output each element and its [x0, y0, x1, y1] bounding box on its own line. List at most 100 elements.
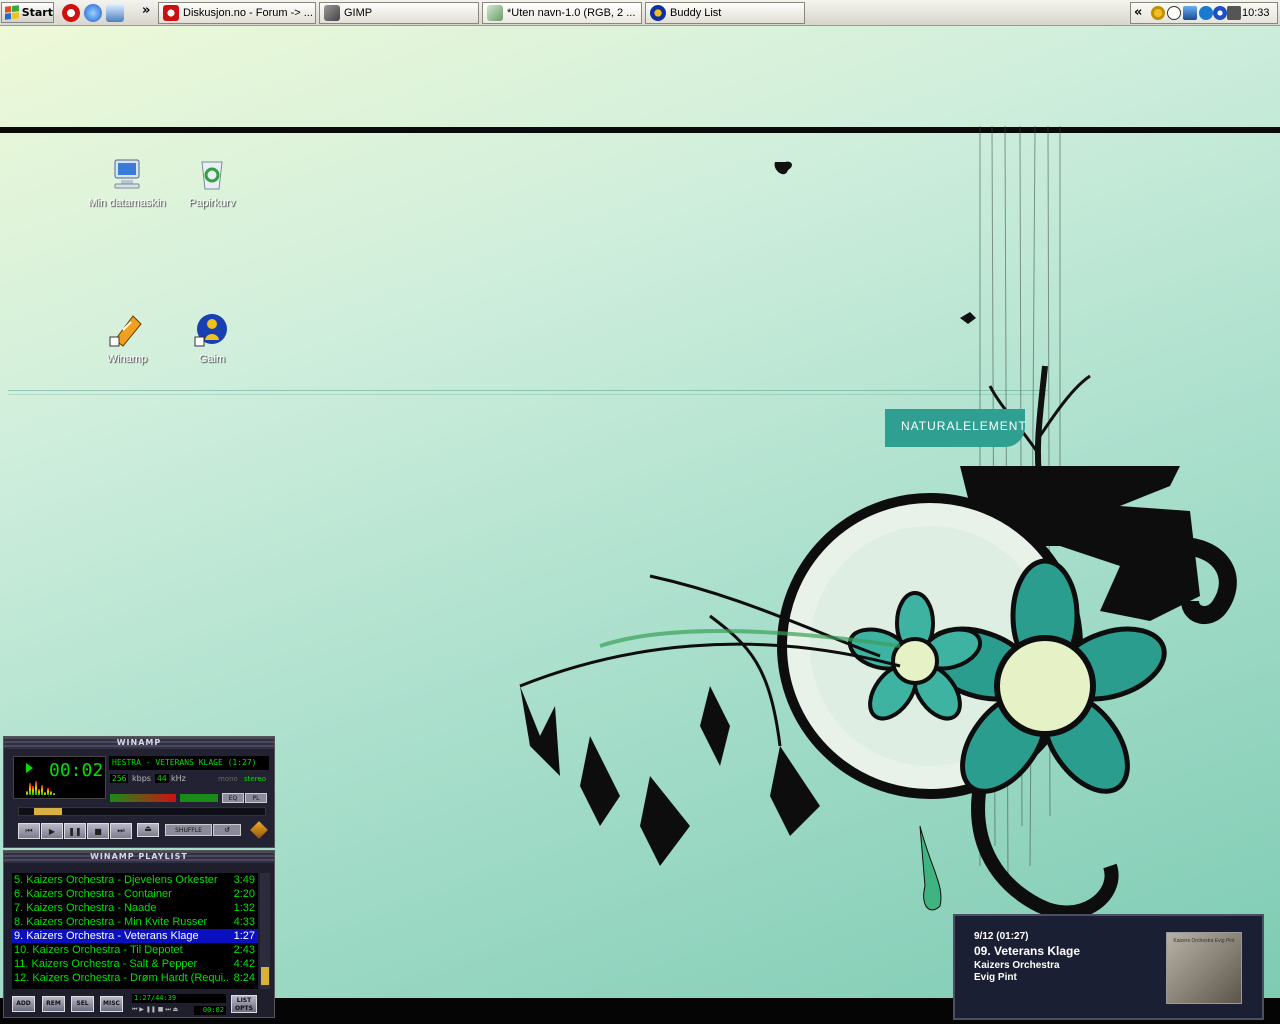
gaim-tray-icon[interactable] [1151, 6, 1165, 20]
desktop-icon-label: Winamp [106, 353, 148, 365]
winamp-song-marquee[interactable]: HESTRA - VETERANS KLAGE (1:27) [109, 756, 269, 770]
seek-bar[interactable] [18, 807, 266, 816]
gimp-icon [324, 5, 340, 21]
playlist-row[interactable]: 5. Kaizers Orchestra - Djevelens Orkeste… [12, 873, 258, 887]
stereo-indicator: stereo [244, 775, 267, 783]
wallpaper-flower-art [519, 126, 1237, 920]
track-title: 11. Kaizers Orchestra - Salt & Pepper [14, 958, 198, 970]
track-duration: 2:20 [233, 888, 255, 900]
info-icon[interactable] [1213, 6, 1227, 20]
desktop-icon-my-computer[interactable]: Min datamaskin [82, 156, 172, 209]
ie-icon[interactable] [84, 4, 102, 22]
track-name: 09. Veterans Klage [974, 944, 1081, 958]
skype-icon[interactable] [1199, 6, 1213, 20]
track-duration: 2:43 [233, 944, 255, 956]
desktop-icon-recycle-bin[interactable]: Papirkurv [167, 156, 257, 209]
playlist-row[interactable]: 12. Kaizers Orchestra - Drøm Hardt (Requ… [12, 971, 258, 985]
clock[interactable]: 10:33 [1242, 7, 1270, 19]
album-name: Evig Pint [974, 972, 1017, 983]
tray-expand-chevron[interactable]: « [1134, 5, 1142, 20]
transport-controls: ⏮ ▶ ❚❚ ■ ⏭ [18, 823, 132, 839]
select-button[interactable]: SEL [71, 996, 94, 1012]
spectrum-visualizer[interactable] [26, 781, 58, 795]
task-diskusjon[interactable]: Diskusjon.no - Forum -> ... [158, 2, 316, 24]
computer-icon [114, 159, 140, 189]
opera-icon [163, 5, 179, 21]
playlist-row[interactable]: 7. Kaizers Orchestra - Naade 1:32 [12, 901, 258, 915]
gaim-icon [650, 5, 666, 21]
winamp-playlist-window[interactable]: WINAMP PLAYLIST 5. Kaizers Orchestra - D… [3, 850, 275, 1018]
playlist-row[interactable]: 11. Kaizers Orchestra - Salt & Pepper 4:4… [12, 957, 258, 971]
now-playing-notification[interactable]: 9/12 (01:27) 09. Veterans Klage Kaizers … [953, 914, 1264, 1020]
start-button[interactable]: Start [1, 2, 54, 23]
track-title: 6. Kaizers Orchestra - Container [14, 888, 172, 900]
winamp-play-icon[interactable] [1167, 6, 1181, 20]
scrollbar-thumb[interactable] [261, 967, 269, 985]
eject-button[interactable]: ⏏ [137, 823, 159, 837]
track-duration: 4:33 [233, 916, 255, 928]
artist-name: Kaizers Orchestra [974, 960, 1060, 971]
mini-transport-controls[interactable]: ⏮ ▶ ❚❚ ■ ⏭ ⏏ [132, 1006, 192, 1014]
repeat-button[interactable]: ↺ [213, 824, 241, 836]
winamp-window[interactable]: WINAMP 00:02 HESTRA - VETERANS KLAGE (1:… [3, 736, 275, 848]
playlist-titlebar[interactable]: WINAMP PLAYLIST [4, 851, 274, 863]
task-buddy-list[interactable]: Buddy List [645, 2, 805, 24]
shuffle-button[interactable]: SHUFFLE [165, 824, 212, 836]
volume-icon[interactable] [1227, 6, 1241, 20]
bitrate-value: 256 [110, 774, 129, 783]
show-desktop-icon[interactable] [106, 4, 124, 22]
samplerate-value: 44 [155, 774, 169, 783]
desktop-icon-winamp[interactable]: Winamp [82, 312, 172, 365]
opera-icon[interactable] [62, 4, 80, 22]
playlist-toggle-button[interactable]: PL [245, 793, 267, 803]
taskbar: Start » Diskusjon.no - Forum -> ... GIMP… [0, 0, 1280, 26]
samplerate-label: kHz [171, 774, 186, 783]
volume-slider[interactable] [110, 794, 176, 802]
list-options-label-1: LIST [236, 997, 252, 1004]
playlist-row[interactable]: 8. Kaizers Orchestra - Min Kvite Russer 4… [12, 915, 258, 929]
eq-toggle-button[interactable]: EQ [222, 793, 244, 803]
desktop-icon-gaim[interactable]: Gaim [167, 312, 257, 365]
desktop-icon-label: Gaim [198, 353, 226, 365]
balance-slider[interactable] [180, 794, 218, 802]
windows-flag-icon [5, 5, 19, 20]
playlist-scrollbar[interactable] [260, 873, 270, 989]
task-gimp-image[interactable]: *Uten navn-1.0 (RGB, 2 ... [482, 2, 642, 24]
add-button[interactable]: ADD [12, 996, 35, 1012]
playlist-row[interactable]: 6. Kaizers Orchestra - Container 2:20 [12, 887, 258, 901]
winamp-time[interactable]: 00:02 [49, 760, 103, 781]
task-gimp[interactable]: GIMP [319, 2, 479, 24]
winamp-logo-icon[interactable] [250, 821, 268, 839]
track-duration: 4:42 [233, 958, 255, 970]
list-options-label-2: OPTS [235, 1005, 253, 1012]
network-icon[interactable] [1183, 6, 1197, 20]
track-duration: 3:49 [233, 874, 255, 886]
track-title: 9. Kaizers Orchestra - Veterans Klage [14, 930, 199, 942]
recycle-bin-icon [201, 161, 223, 190]
track-duration: 1:32 [233, 902, 255, 914]
winamp-titlebar[interactable]: WINAMP [4, 737, 274, 749]
start-label: Start [21, 6, 53, 19]
task-label: Buddy List [670, 7, 722, 19]
pause-button[interactable]: ❚❚ [64, 823, 86, 839]
playlist-row[interactable]: 9. Kaizers Orchestra - Veterans Klage 1:2… [12, 929, 258, 943]
play-button[interactable]: ▶ [41, 823, 63, 839]
previous-button[interactable]: ⏮ [18, 823, 40, 839]
playlist-list[interactable]: 5. Kaizers Orchestra - Djevelens Orkeste… [12, 873, 258, 989]
play-status-icon [26, 763, 33, 773]
track-duration: 8:24 [233, 972, 255, 984]
misc-button[interactable]: MISC [100, 996, 123, 1012]
task-label: *Uten navn-1.0 (RGB, 2 ... [507, 7, 636, 19]
bitrate-label: kbps [132, 774, 151, 783]
list-options-button[interactable]: LIST OPTS [231, 995, 257, 1013]
cover-text: Kaizers Orchestra Evig Pint [1173, 938, 1235, 944]
seek-knob[interactable] [33, 808, 62, 815]
playlist-elapsed-time: 00:02 [194, 1006, 226, 1015]
task-label: Diskusjon.no - Forum -> ... [183, 7, 313, 19]
stop-button[interactable]: ■ [87, 823, 109, 839]
next-button[interactable]: ⏭ [110, 823, 132, 839]
album-cover-image: Kaizers Orchestra Evig Pint [1166, 932, 1242, 1004]
playlist-row[interactable]: 10. Kaizers Orchestra - Til Depotet 2:43 [12, 943, 258, 957]
remove-button[interactable]: REM [42, 996, 65, 1012]
quicklaunch-overflow-chevron[interactable]: » [142, 3, 150, 18]
